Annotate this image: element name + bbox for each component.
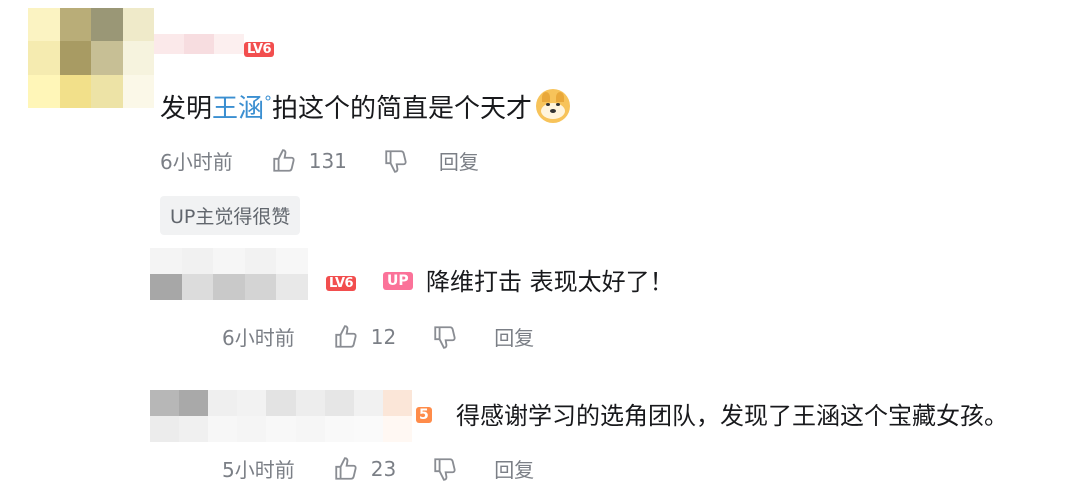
avatar-blurred <box>28 8 154 108</box>
reply-level-badge: 5 <box>416 404 432 423</box>
up-badge: UP <box>383 270 413 290</box>
reply-button[interactable]: 回复 <box>494 454 534 483</box>
up-liked-tag: UP主觉得很赞 <box>160 196 301 235</box>
level-badge: LV6 <box>244 38 275 57</box>
reply-text: 得感谢学习的选角团队，发现了王涵这个宝藏女孩。 <box>456 402 1008 430</box>
comment-text: 发明王涵°拍这个的简直是个天才 <box>160 88 571 125</box>
thumb-down-icon <box>434 325 456 349</box>
reply-level-badge: LV6 <box>326 272 357 291</box>
reply-meta: 5小时前 23 回复 <box>222 454 534 483</box>
thumb-up-icon <box>335 456 357 480</box>
like-count: 12 <box>370 324 397 349</box>
doge-emoji-icon <box>536 89 571 123</box>
like-button[interactable]: 23 <box>333 456 396 482</box>
comment-text-suffix: 拍这个的简直是个天才 <box>272 94 533 124</box>
thumb-down-icon <box>434 457 456 481</box>
dislike-button[interactable] <box>432 456 458 482</box>
reply-avatar-blurred <box>150 390 412 442</box>
like-button[interactable]: 12 <box>333 324 396 350</box>
reply-meta: 6小时前 12 回复 <box>222 322 534 351</box>
like-count: 131 <box>308 148 347 173</box>
reply-button[interactable]: 回复 <box>439 146 479 175</box>
comment-meta: 6小时前 131 回复 <box>160 146 479 175</box>
comment-text-prefix: 发明 <box>160 94 213 124</box>
reply-text: 降维打击 表现太好了！ <box>426 268 674 296</box>
username-blurred[interactable] <box>154 34 244 54</box>
dislike-button[interactable] <box>383 148 409 174</box>
timestamp: 6小时前 <box>222 326 295 350</box>
reply-avatar-blurred <box>150 248 308 300</box>
thumb-down-icon <box>385 149 407 173</box>
reply-button[interactable]: 回复 <box>494 322 534 351</box>
thumb-up-icon <box>335 324 357 348</box>
mention-link[interactable]: 王涵° <box>212 92 272 124</box>
thumb-up-icon <box>273 148 295 172</box>
like-button[interactable]: 131 <box>271 148 347 174</box>
dislike-button[interactable] <box>432 324 458 350</box>
like-count: 23 <box>370 456 397 481</box>
timestamp: 5小时前 <box>222 458 295 482</box>
timestamp: 6小时前 <box>160 150 233 174</box>
